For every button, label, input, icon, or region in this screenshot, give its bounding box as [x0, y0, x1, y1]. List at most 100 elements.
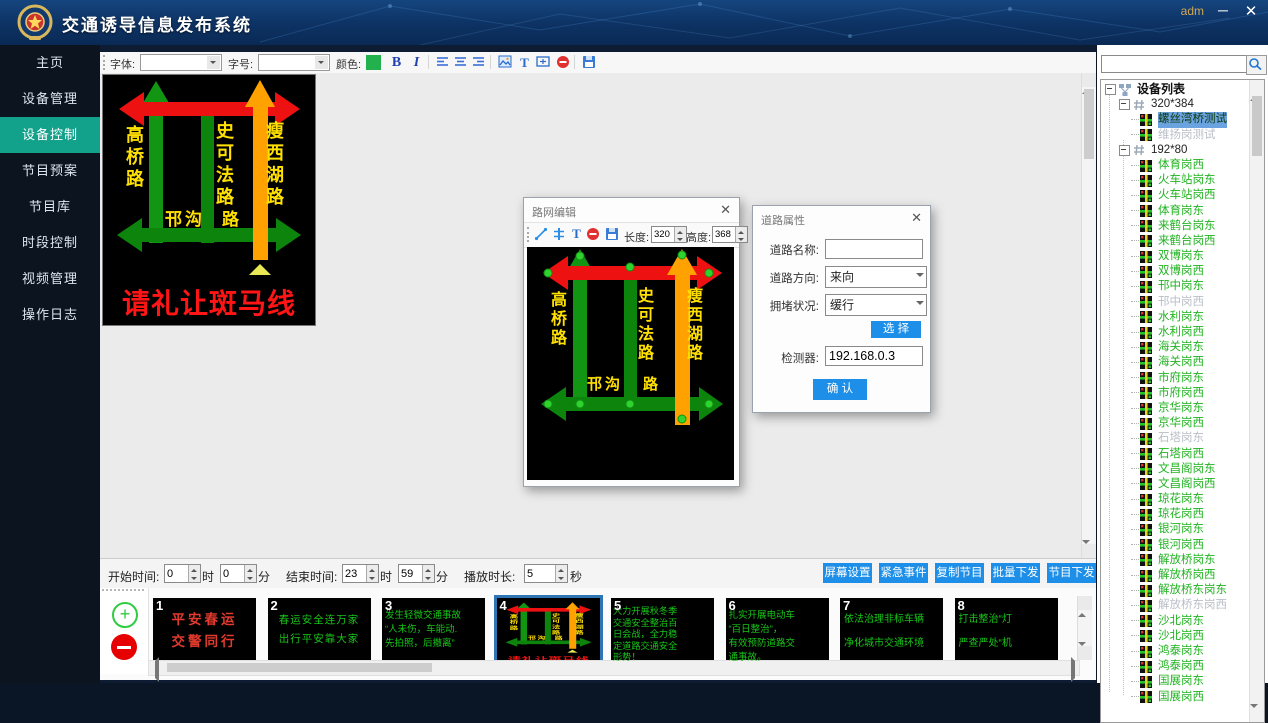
start-hour-input[interactable] [165, 565, 188, 582]
tree-device[interactable]: 双博岗西 [1101, 264, 1249, 279]
sidebar-item[interactable]: 时段控制 [0, 225, 100, 261]
tree-device[interactable]: 火车站岗西 [1101, 188, 1249, 203]
close-button[interactable]: ✕ [1242, 2, 1260, 20]
tree-device[interactable]: 京华岗东 [1101, 401, 1249, 416]
tree-device[interactable]: 体育岗东 [1101, 204, 1249, 219]
tree-device[interactable]: 体育岗西 [1101, 158, 1249, 173]
tree-device[interactable]: 邗中岗东 [1101, 279, 1249, 294]
chevron-down-icon[interactable] [207, 56, 220, 69]
scroll-up-icon[interactable] [1250, 80, 1264, 94]
detector-input[interactable] [825, 346, 923, 366]
congestion-select[interactable]: 缓行 [825, 294, 927, 316]
sidebar-item[interactable]: 主页 [0, 45, 100, 81]
tree-device[interactable]: 水利岗西 [1101, 325, 1249, 340]
end-minute-spinner[interactable] [398, 564, 435, 583]
tree-device[interactable]: 火车站岗东 [1101, 173, 1249, 188]
tree-device[interactable]: 银河岗西 [1101, 538, 1249, 553]
duration-spinner[interactable] [524, 564, 568, 583]
length-spinner[interactable] [651, 226, 687, 243]
playlist-thumb[interactable]: 3发生轻微交通事故“人未伤，车能动.先拍照，后撤离” [382, 598, 485, 668]
schedule-action-button[interactable]: 复制节目 [935, 563, 984, 583]
schedule-action-button[interactable]: 批量下发 [991, 563, 1040, 583]
tree-device[interactable]: 解放桥东岗东 [1101, 583, 1249, 598]
search-button[interactable] [1246, 55, 1267, 75]
scroll-down-icon[interactable] [1250, 708, 1264, 722]
road-icon[interactable] [550, 226, 567, 243]
height-spinner[interactable] [712, 226, 748, 243]
start-minute-input[interactable] [221, 565, 244, 582]
tree-device[interactable]: 文昌阁岗西 [1101, 477, 1249, 492]
schedule-action-button[interactable]: 屏幕设置 [823, 563, 872, 583]
schedule-action-button[interactable]: 节目下发 [1047, 563, 1096, 583]
end-hour-input[interactable] [343, 565, 366, 582]
align-center-icon[interactable] [452, 54, 469, 71]
tree-device[interactable]: 文昌阁岗东 [1101, 462, 1249, 477]
align-left-icon[interactable] [434, 54, 451, 71]
tree-device[interactable]: 鸿泰岗东 [1101, 644, 1249, 659]
device-search-input[interactable] [1101, 55, 1247, 73]
start-minute-spinner[interactable] [220, 564, 257, 583]
tree-device[interactable]: 邗中岗西 [1101, 295, 1249, 310]
tree-device[interactable]: 维扬岗测试 [1101, 128, 1249, 143]
tree-scrollbar[interactable] [1249, 80, 1264, 722]
scrollbar-thumb[interactable] [167, 663, 432, 672]
tree-device[interactable]: 沙北岗西 [1101, 629, 1249, 644]
tree-device[interactable]: 解放桥岗东 [1101, 553, 1249, 568]
tree-device[interactable]: 双博岗东 [1101, 249, 1249, 264]
chevron-down-icon[interactable] [916, 273, 924, 281]
tree-collapse-icon[interactable] [1105, 84, 1116, 95]
minimize-button[interactable]: ─ [1214, 2, 1232, 18]
sidebar-item[interactable]: 节目库 [0, 189, 100, 225]
tree-device[interactable]: 国展岗西 [1101, 690, 1249, 705]
sidebar-item[interactable]: 设备控制 [0, 117, 100, 153]
tree-device[interactable]: 海关岗西 [1101, 355, 1249, 370]
scroll-right-icon[interactable] [1065, 661, 1079, 673]
insert-text-icon[interactable]: T [516, 54, 533, 71]
tree-device[interactable]: 琼花岗东 [1101, 492, 1249, 507]
strip-grip[interactable] [102, 589, 144, 594]
bold-button[interactable]: B [388, 54, 405, 71]
remove-program-button[interactable] [111, 634, 137, 660]
scroll-up-icon[interactable] [1082, 73, 1096, 87]
road-direction-select[interactable]: 来向 [825, 266, 927, 288]
add-program-button[interactable]: + [112, 602, 138, 628]
scrollbar-thumb[interactable] [1252, 96, 1262, 156]
playlist-thumb[interactable]: 8打击整治“灯严查严处“机 [955, 598, 1058, 668]
tree-group[interactable]: 320*384 [1101, 97, 1249, 112]
height-input[interactable] [713, 227, 735, 242]
tree-device[interactable]: 海关岗东 [1101, 340, 1249, 355]
duration-input[interactable] [525, 565, 555, 582]
delete-icon[interactable] [584, 226, 601, 243]
editor-close-icon[interactable]: ✕ [720, 202, 731, 218]
playlist-thumb[interactable]: 7依法治理非标车辆净化城市交通环境 [840, 598, 943, 668]
tree-device[interactable]: 鸿泰岗西 [1101, 659, 1249, 674]
playlist-vertical-scrollbar[interactable] [1077, 596, 1092, 660]
tree-device[interactable]: 市府岗西 [1101, 386, 1249, 401]
scroll-up-icon[interactable] [1078, 596, 1092, 610]
dialog-close-icon[interactable]: ✕ [911, 210, 922, 226]
tree-device[interactable]: 国展岗东 [1101, 674, 1249, 689]
draw-line-icon[interactable] [532, 226, 549, 243]
tree-device[interactable]: 解放桥东岗西 [1101, 598, 1249, 613]
chevron-down-icon[interactable] [315, 56, 328, 69]
scroll-left-icon[interactable] [149, 661, 163, 673]
screen-frame-icon[interactable] [534, 54, 551, 71]
tree-device[interactable]: 解放桥岗西 [1101, 568, 1249, 583]
playlist-thumb[interactable]: 6扎实开展电动车“百日整治”，有效预防道路交通事故。 [726, 598, 829, 668]
save-icon[interactable] [603, 226, 620, 243]
tree-device[interactable]: 银河岗东 [1101, 522, 1249, 537]
size-select[interactable] [258, 54, 330, 71]
scroll-down-icon[interactable] [1082, 544, 1096, 558]
schedule-action-button[interactable]: 紧急事件 [879, 563, 928, 583]
select-detector-button[interactable]: 选 择 [871, 321, 921, 338]
tree-device[interactable]: 螺丝湾桥测试 [1101, 112, 1249, 127]
delete-icon[interactable] [554, 54, 571, 71]
toolbar-grip[interactable] [103, 55, 108, 70]
tree-device[interactable]: 市府岗东 [1101, 371, 1249, 386]
playlist-thumb[interactable]: 2春运安全连万家出行平安靠大家 [268, 598, 371, 668]
start-hour-spinner[interactable] [164, 564, 201, 583]
tree-collapse-icon[interactable] [1119, 99, 1130, 110]
scrollbar-thumb[interactable] [1084, 89, 1094, 159]
tree-group[interactable]: 192*80 [1101, 143, 1249, 158]
scroll-down-icon[interactable] [1078, 646, 1092, 660]
